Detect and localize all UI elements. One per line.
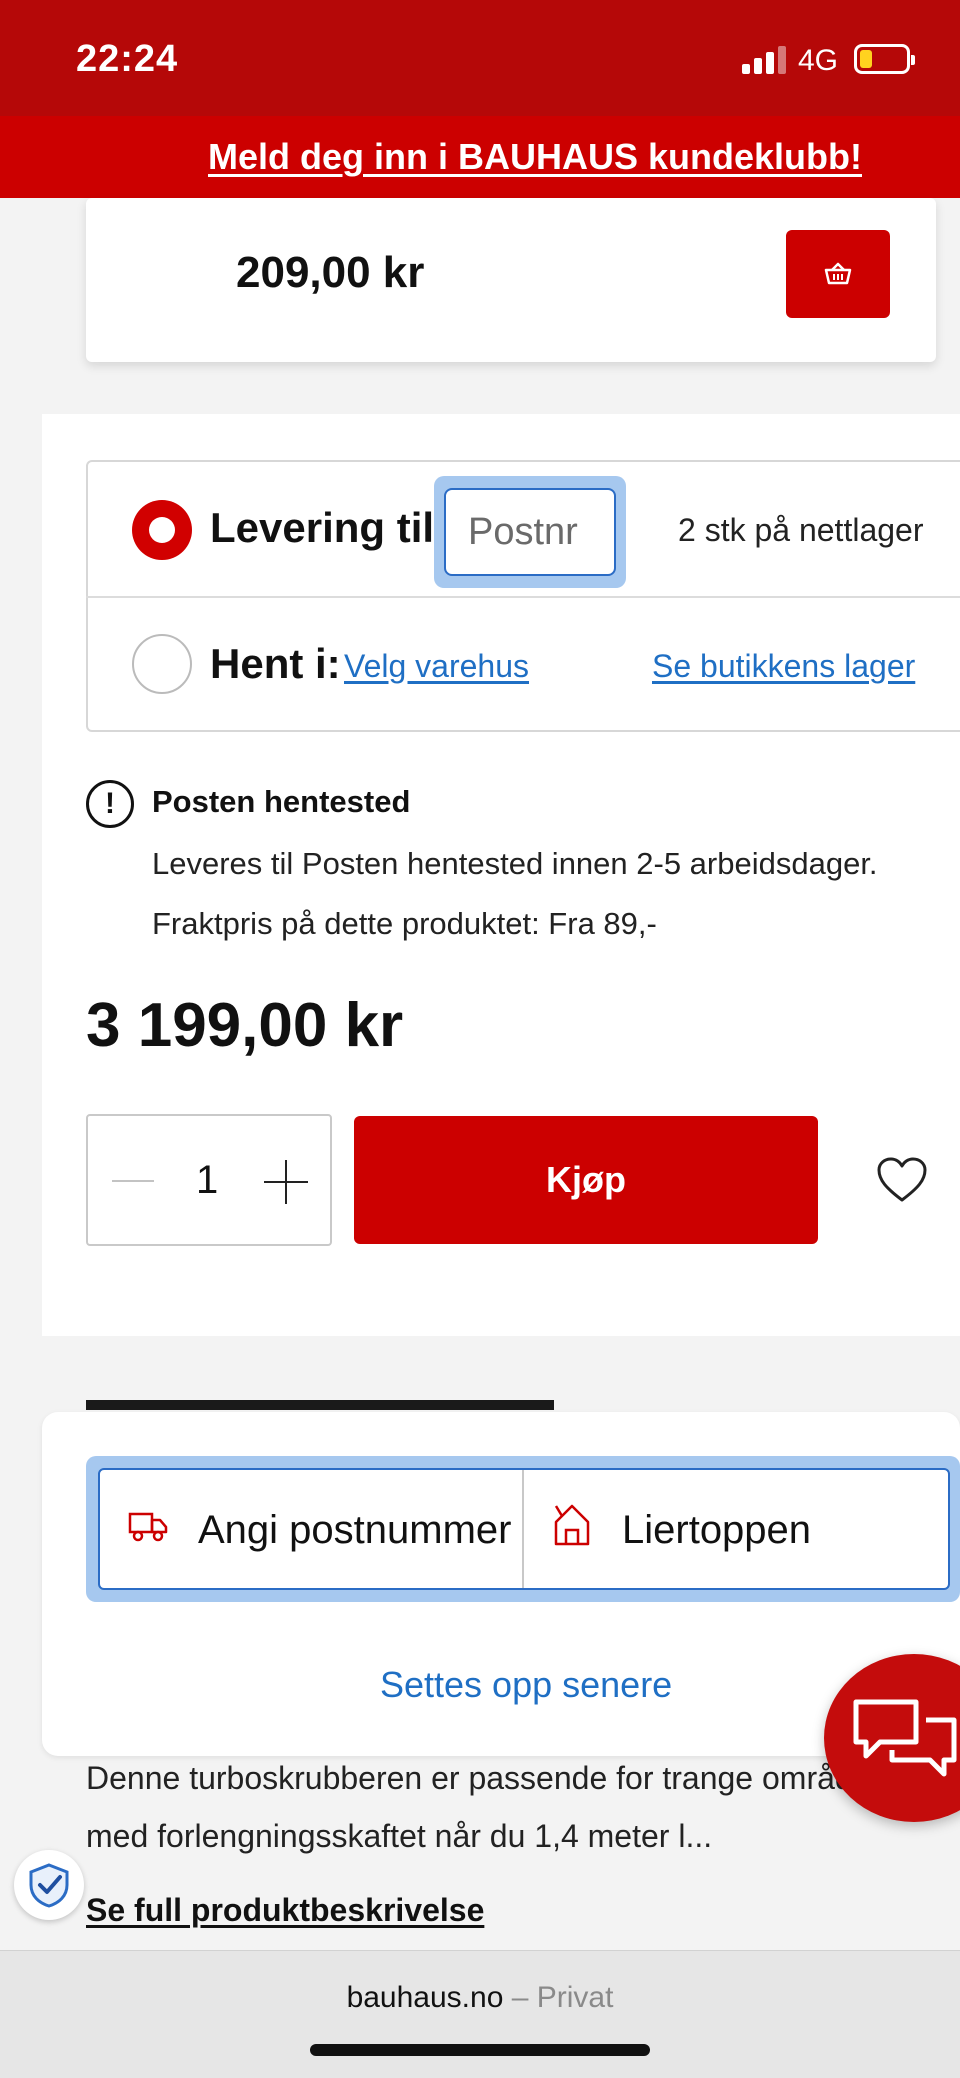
delivery-radio-selected[interactable] (132, 500, 192, 560)
status-time: 22:24 (76, 38, 179, 80)
heart-icon[interactable] (876, 1156, 928, 1204)
trust-badge[interactable] (14, 1850, 84, 1920)
segment-divider (522, 1470, 524, 1588)
browser-address-bar[interactable]: bauhaus.no – Privat (0, 1950, 960, 2078)
basket-icon (824, 262, 852, 285)
shield-check-icon (29, 1863, 69, 1908)
enter-postcode-option[interactable]: Angi postnummer (100, 1470, 520, 1588)
club-signup-link[interactable]: Meld deg inn i BAUHAUS kundeklubb! (208, 136, 862, 178)
description-line-1: Denne turboskrubberen er passende for tr… (86, 1760, 882, 1796)
club-banner: Meld deg inn i BAUHAUS kundeklubb! (0, 116, 960, 198)
add-to-basket-button[interactable] (786, 230, 890, 318)
delivery-options-divider (86, 596, 960, 598)
signal-icon (742, 46, 786, 74)
quantity-increase-button[interactable] (264, 1160, 308, 1204)
quantity-decrease-button[interactable] (112, 1180, 154, 1182)
status-bar: 22:24 4G (0, 0, 960, 116)
buy-button[interactable]: Kjøp (354, 1116, 818, 1244)
postnr-focus-ring (434, 476, 626, 588)
postnr-input[interactable] (444, 488, 616, 576)
quantity-value[interactable]: 1 (196, 1158, 218, 1203)
store-icon (554, 1504, 590, 1546)
browser-domain: bauhaus.no (346, 1981, 504, 2014)
network-type: 4G (798, 44, 839, 77)
browser-separator: – (503, 1981, 537, 2014)
shipping-info-line: Leveres til Posten hentested innen 2-5 a… (152, 846, 878, 881)
store-option[interactable]: Liertoppen (526, 1470, 946, 1588)
browser-mode: Privat (536, 1981, 614, 2014)
store-label: Liertoppen (622, 1508, 812, 1552)
set-up-later-link[interactable]: Settes opp senere (380, 1664, 672, 1706)
shipping-info-title: Posten hentested (152, 784, 411, 819)
full-description-link[interactable]: Se full produktbeskrivelse (86, 1892, 484, 1929)
shipping-price-line: Fraktpris på dette produktet: Fra 89,- (152, 906, 657, 941)
product-price: 3 199,00 kr (86, 991, 404, 1060)
tab-indicator (86, 1400, 554, 1410)
battery-icon (854, 44, 915, 74)
description-line-2: med forlengningsskaftet når du 1,4 meter… (86, 1818, 713, 1854)
pickup-label: Hent i: (210, 640, 341, 687)
truck-icon (128, 1512, 168, 1542)
browser-url: bauhaus.no – Privat (0, 1981, 960, 2015)
quantity-stepper: 1 (86, 1114, 332, 1246)
online-stock-text: 2 stk på nettlager (678, 512, 924, 548)
home-indicator (310, 2044, 650, 2056)
exclamation-icon: ! (86, 780, 134, 828)
chat-icon (853, 1699, 957, 1777)
store-stock-link[interactable]: Se butikkens lager (652, 648, 915, 685)
choose-store-link[interactable]: Velg varehus (344, 648, 529, 685)
related-product-price: 209,00 kr (236, 248, 425, 297)
pickup-radio[interactable] (132, 634, 192, 694)
delivery-label: Levering til: (210, 504, 449, 551)
enter-postcode-label: Angi postnummer (198, 1508, 512, 1552)
